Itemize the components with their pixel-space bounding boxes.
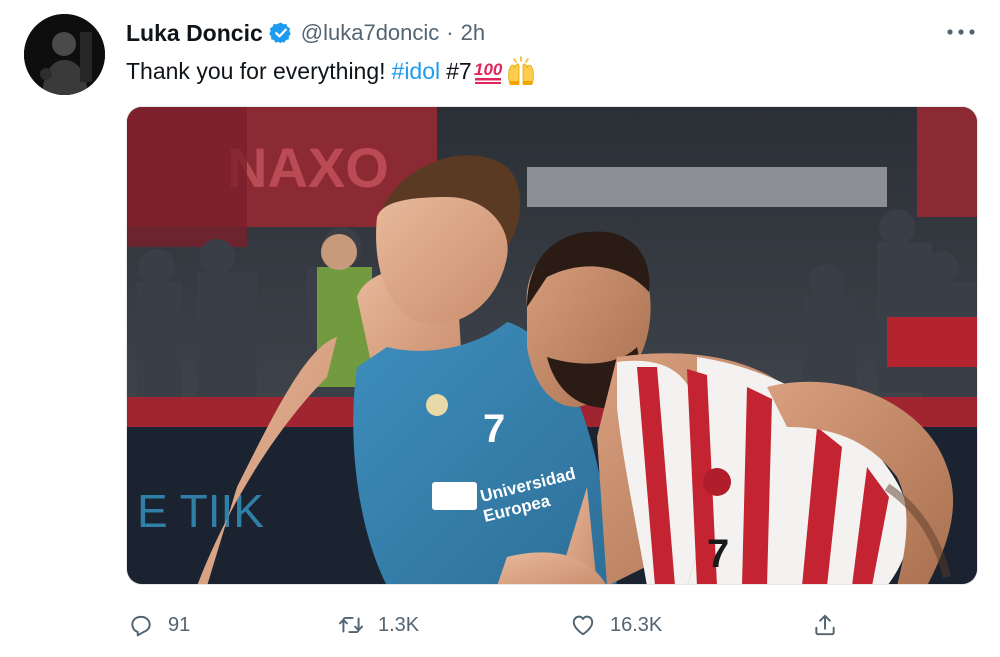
avatar[interactable]: [24, 14, 105, 95]
retweet-icon: [338, 616, 364, 634]
svg-text:E TIIK: E TIIK: [137, 485, 264, 537]
tweet-media[interactable]: NAXO E TIIK 7 Universidad Europea 7: [126, 106, 978, 585]
tweet-text-number[interactable]: #7: [446, 58, 472, 85]
jersey-number-right: 7: [707, 532, 729, 576]
reply-count: 91: [168, 613, 191, 636]
share-icon: [815, 614, 835, 636]
author-handle[interactable]: @luka7doncic: [301, 20, 440, 46]
tweet-actions: 91 1.3K 16.3K: [0, 603, 1000, 647]
raising-hands-emoji: [507, 56, 534, 85]
like-button[interactable]: 16.3K: [570, 603, 662, 647]
share-button[interactable]: [812, 603, 838, 647]
tweet: Luka Doncic @luka7doncic · 2h Thank you …: [0, 0, 1000, 657]
tweet-header: Luka Doncic @luka7doncic · 2h: [126, 18, 485, 48]
reply-icon: [131, 615, 151, 637]
avatar-photo: [24, 14, 105, 95]
author-name[interactable]: Luka Doncic: [126, 20, 263, 47]
hundred-points-emoji: 100: [474, 60, 503, 84]
more-dots-icon: [947, 29, 975, 35]
svg-text:100: 100: [474, 60, 503, 79]
tweet-timestamp[interactable]: 2h: [461, 20, 485, 46]
more-options-button[interactable]: [944, 18, 978, 46]
tweet-text-plain: Thank you for everything!: [126, 57, 386, 84]
retweet-button[interactable]: 1.3K: [338, 603, 419, 647]
separator-dot: ·: [446, 20, 454, 45]
svg-text:NAXO: NAXO: [227, 136, 389, 199]
reply-button[interactable]: 91: [128, 603, 190, 647]
tweet-text: Thank you for everything! #idol #7 100: [126, 56, 537, 86]
like-count: 16.3K: [610, 613, 663, 636]
verified-badge-icon: [268, 22, 291, 44]
hashtag-link[interactable]: #idol: [392, 58, 441, 85]
basketball-photo: NAXO E TIIK 7 Universidad Europea 7: [127, 107, 977, 584]
heart-icon: [572, 615, 594, 636]
jersey-number-left: 7: [483, 407, 505, 451]
retweet-count: 1.3K: [378, 613, 420, 636]
